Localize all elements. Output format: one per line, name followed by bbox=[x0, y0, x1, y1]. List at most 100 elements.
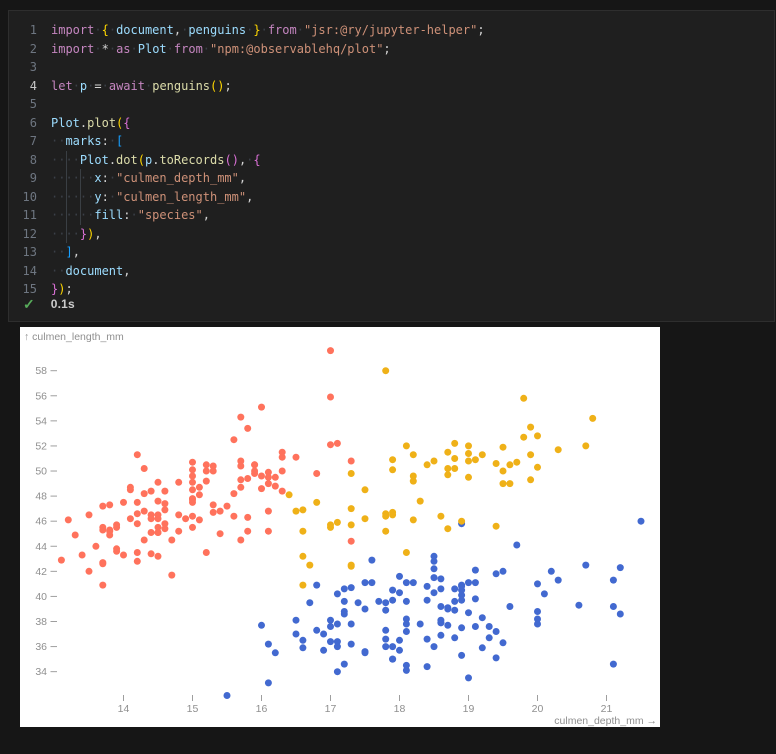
dot-adelie bbox=[362, 648, 369, 655]
dot-chinstrap bbox=[527, 476, 534, 483]
code-editor[interactable]: 1import·{·document,·penguins·}·from·"jsr… bbox=[8, 10, 775, 322]
dot-adelie bbox=[506, 603, 513, 610]
dot-gentoo bbox=[189, 486, 196, 493]
dot-gentoo bbox=[161, 520, 168, 527]
dot-gentoo bbox=[237, 414, 244, 421]
dot-gentoo bbox=[230, 490, 237, 497]
line-number: 13 bbox=[9, 243, 37, 262]
dot-chinstrap bbox=[348, 505, 355, 512]
dot-gentoo bbox=[161, 488, 168, 495]
dot-adelie bbox=[451, 598, 458, 605]
dot-gentoo bbox=[210, 463, 217, 470]
dot-chinstrap bbox=[410, 451, 417, 458]
line-number: 11 bbox=[9, 206, 37, 225]
dot-adelie bbox=[320, 631, 327, 638]
dot-adelie bbox=[355, 599, 362, 606]
dot-gentoo bbox=[244, 425, 251, 432]
dot-gentoo bbox=[148, 550, 155, 557]
y-tick-label: 48 bbox=[35, 491, 47, 503]
code-line[interactable]: 3 bbox=[9, 58, 774, 77]
dot-adelie bbox=[500, 639, 507, 646]
dot-chinstrap bbox=[465, 458, 472, 465]
dot-chinstrap bbox=[410, 473, 417, 480]
dot-chinstrap bbox=[306, 562, 313, 569]
dot-adelie bbox=[458, 583, 465, 590]
dot-chinstrap bbox=[389, 509, 396, 516]
dot-chinstrap bbox=[403, 442, 410, 449]
dot-chinstrap bbox=[465, 450, 472, 457]
dot-gentoo bbox=[244, 528, 251, 535]
dot-adelie bbox=[431, 643, 438, 650]
code-line[interactable]: 1import·{·document,·penguins·}·from·"jsr… bbox=[9, 21, 774, 40]
dot-chinstrap bbox=[555, 446, 562, 453]
dot-adelie bbox=[327, 617, 334, 624]
dot-gentoo bbox=[244, 475, 251, 482]
code-line[interactable]: 4let·p·=·await·penguins(); bbox=[9, 77, 774, 96]
dot-adelie bbox=[472, 595, 479, 602]
code-line[interactable]: 13··], bbox=[9, 243, 774, 262]
dot-adelie bbox=[472, 567, 479, 574]
code-line[interactable]: 12····}), bbox=[9, 225, 774, 244]
dot-gentoo bbox=[203, 468, 210, 475]
dot-adelie bbox=[396, 647, 403, 654]
dot-chinstrap bbox=[299, 506, 306, 513]
dot-chinstrap bbox=[417, 498, 424, 505]
dot-chinstrap bbox=[348, 562, 355, 569]
line-number: 14 bbox=[9, 262, 37, 281]
dot-gentoo bbox=[230, 513, 237, 520]
dot-adelie bbox=[396, 589, 403, 596]
dot-gentoo bbox=[189, 459, 196, 466]
dot-adelie bbox=[341, 661, 348, 668]
dot-gentoo bbox=[141, 508, 148, 515]
code-text: ··document, bbox=[51, 262, 130, 281]
dot-gentoo bbox=[189, 466, 196, 473]
dot-gentoo bbox=[265, 508, 272, 515]
code-line[interactable]: 10······y:·"culmen_length_mm", bbox=[9, 188, 774, 207]
dot-chinstrap bbox=[299, 528, 306, 535]
dot-adelie bbox=[458, 597, 465, 604]
dot-adelie bbox=[458, 624, 465, 631]
dot-gentoo bbox=[65, 516, 72, 523]
dot-adelie bbox=[555, 577, 562, 584]
dot-adelie bbox=[293, 617, 300, 624]
code-line[interactable]: 2import·*·as·Plot·from·"npm:@observableh… bbox=[9, 40, 774, 59]
code-line[interactable]: 8····Plot.dot(p.toRecords(),·{ bbox=[9, 151, 774, 170]
y-tick-label: 54 bbox=[35, 415, 47, 427]
dot-gentoo bbox=[148, 488, 155, 495]
code-text: Plot.plot({ bbox=[51, 114, 131, 133]
dot-adelie bbox=[382, 636, 389, 643]
dot-gentoo bbox=[141, 490, 148, 497]
code-text: import·{·document,·penguins·}·from·"jsr:… bbox=[51, 21, 485, 40]
dot-gentoo bbox=[348, 458, 355, 465]
code-line[interactable]: 6Plot.plot({ bbox=[9, 114, 774, 133]
code-line[interactable]: 5 bbox=[9, 95, 774, 114]
dot-adelie bbox=[403, 598, 410, 605]
x-tick-label: 18 bbox=[394, 703, 406, 715]
dot-gentoo bbox=[120, 552, 127, 559]
dot-chinstrap bbox=[520, 434, 527, 441]
dot-adelie bbox=[610, 603, 617, 610]
dot-gentoo bbox=[155, 479, 162, 486]
indent-guide bbox=[66, 151, 67, 244]
code-line[interactable]: 11······fill:·"species", bbox=[9, 206, 774, 225]
dot-gentoo bbox=[210, 509, 217, 516]
dot-gentoo bbox=[272, 474, 279, 481]
dot-adelie bbox=[437, 603, 444, 610]
dot-gentoo bbox=[175, 511, 182, 518]
dot-adelie bbox=[348, 584, 355, 591]
dot-chinstrap bbox=[506, 480, 513, 487]
dot-gentoo bbox=[258, 404, 265, 411]
line-number: 7 bbox=[9, 132, 37, 151]
code-text: let·p·=·await·penguins(); bbox=[51, 77, 232, 96]
line-number: 12 bbox=[9, 225, 37, 244]
code-line[interactable]: 7··marks:·[ bbox=[9, 132, 774, 151]
dot-adelie bbox=[224, 692, 231, 699]
dot-adelie bbox=[334, 643, 341, 650]
dot-adelie bbox=[334, 668, 341, 675]
dot-gentoo bbox=[86, 568, 93, 575]
y-tick-label: 50 bbox=[35, 466, 47, 478]
code-line[interactable]: 9······x:·"culmen_depth_mm", bbox=[9, 169, 774, 188]
dot-gentoo bbox=[92, 543, 99, 550]
code-line[interactable]: 14 ··document, bbox=[9, 262, 774, 281]
dot-gentoo bbox=[293, 454, 300, 461]
